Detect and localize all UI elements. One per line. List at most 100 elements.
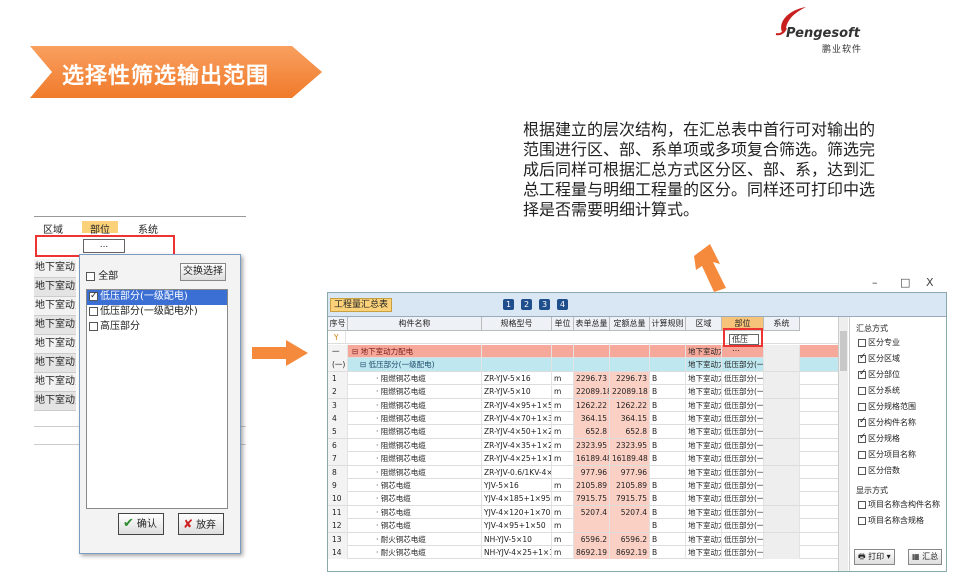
cell-q1 [574,519,610,533]
table-row[interactable]: 4 · 阻燃铜芯电缆 ZR-YJV-4×70+1×35 m 364.15 364.15 B 地… [328,412,838,426]
col-header-system: 系统 [138,225,158,236]
table-row[interactable]: (一)⊟ 低压部分(一级配电) 地下室动力低压部分(一级 [328,358,838,372]
summary-option-checkbox[interactable] [858,352,867,363]
confirm-button[interactable]: ✔ 确认 [118,513,164,535]
column-header[interactable]: 系统 [764,317,800,331]
column-header[interactable]: 构件名称 [348,317,482,331]
display-option[interactable]: 项目名称含构件名称 [858,499,940,510]
summary-option[interactable]: 区分部位 [858,368,900,380]
filter-option-checkbox[interactable] [89,306,98,316]
close-button[interactable]: X [926,276,934,289]
table-row[interactable]: 2 · 阻燃铜芯电缆 ZR-YJV-5×10 m 22089.18 22089.18 B 地下… [328,385,838,399]
cell-spec: ZR-YJV-4×35+1×25 [484,438,552,452]
scrollbar-thumb[interactable] [840,331,847,371]
summarize-button[interactable]: ▦ 汇总 [908,549,943,565]
grid-scrollbar[interactable] [838,317,848,571]
summary-option[interactable]: 区分项目名称 [858,449,916,460]
table-row[interactable]: 14 · 耐火铜芯电缆 NH-YJV-4×25+1×16 m 8692.19 8692.1… [328,546,838,560]
summary-option[interactable]: 区分区域 [858,352,900,364]
cell-q2: 2105.89 [610,479,650,492]
cell-spec: ZR-YJV-4×70+1×35 [484,412,552,425]
table-row[interactable]: 6 · 阻燃铜芯电缆 ZR-YJV-4×35+1×25 m 2323.95 2323.95… [328,438,838,453]
cell-area: 地下室动力 [688,385,722,399]
level-1-button[interactable]: 1 [503,299,514,310]
cell-unit: m [552,546,574,559]
tab-quantity-summary[interactable]: 工程量汇总表 [330,298,393,312]
cell-spec: ZR-YJV-4×25+1×16 [484,452,552,466]
cell-part: 低压部分(一级 [724,546,764,559]
cell-no: 9 [328,479,348,492]
table-row[interactable]: 3 · 阻燃铜芯电缆 ZR-YJV-4×95+1×50 m 1262.22 1262.22… [328,398,838,412]
summary-option[interactable]: 区分规格 [858,432,900,444]
cell-system [764,358,800,372]
filter-funnel-icon[interactable]: Y [332,331,346,344]
summary-option-checkbox[interactable] [858,368,867,379]
summary-option-checkbox[interactable] [858,386,866,395]
display-option-checkbox[interactable] [858,500,866,509]
summary-option-checkbox[interactable] [858,432,867,443]
swap-selection-button[interactable]: 交换选择 [180,263,226,281]
confirm-label: 确认 [136,519,157,530]
summary-option[interactable]: 区分倍数 [858,465,900,476]
table-row[interactable]: 13 · 耐火铜芯电缆 NH-YJV-5×10 m 6596.2 6596.2 B 地下室动力… [328,532,838,546]
part-filter-value[interactable]: 低压 … [729,334,759,353]
level-3-button[interactable]: 3 [539,299,550,310]
table-row[interactable]: 5 · 阻燃铜芯电缆 ZR-YJV-4×50+1×25 m 652.8 652.8 B 地下室… [328,425,838,439]
table-row[interactable]: 9 · 铜芯电缆 YJV-5×16 m 2105.89 2105.89 B 地下室动力 低压部分… [328,479,838,493]
summarize-label: 汇总 [922,552,939,561]
filter-option-label: 低压部分(一级配电) [100,291,188,302]
summary-option[interactable]: 区分系统 [858,385,900,396]
table-row[interactable]: 12· 铜芯电缆YJV-4×95+1×50m B地下室动力低压部分(一级 [328,519,838,533]
part-filter-cell[interactable]: ... [83,239,125,253]
table-row[interactable]: 10 · 铜芯电缆 YJV-4×185+1×95 m 7915.75 7915.75 B 地下… [328,492,838,506]
select-all-option[interactable]: 全部 [86,267,118,282]
maximize-button[interactable]: □ [900,276,910,289]
ellipsis-icon[interactable]: … [732,344,740,353]
summary-option[interactable]: 区分构件名称 [858,416,916,428]
summary-option-checkbox[interactable] [858,450,866,459]
filter-option-checkbox[interactable] [89,321,98,331]
cancel-button[interactable]: ✘ 放弃 [178,513,224,535]
print-button[interactable]: 🖶 打印 ▾ [854,549,895,565]
summary-option-checkbox[interactable] [858,338,866,347]
summary-option-checkbox[interactable] [858,402,866,411]
summary-option-checkbox[interactable] [858,466,866,475]
cell-area: 地下室动力 [688,425,722,439]
table-row[interactable]: 7 · 阻燃铜芯电缆 ZR-YJV-4×25+1×16 m 16189.48 16189.… [328,452,838,466]
summary-option[interactable]: 区分规格范围 [858,401,916,412]
cell-spec: ZR-YJV-4×95+1×50 [484,398,552,412]
table-row[interactable]: 11 · 铜芯电缆 YJV-4×120+1×70 m 5207.4 5207.4 B 地下室动… [328,505,838,520]
column-header[interactable]: 单位 [552,317,574,331]
display-option[interactable]: 项目名称含规格 [858,515,924,526]
summary-option[interactable]: 区分专业 [858,337,900,348]
column-header[interactable]: 规格型号 [482,317,552,331]
select-all-checkbox[interactable] [86,271,95,281]
display-option-checkbox[interactable] [858,516,866,525]
minimize-button[interactable]: – [872,276,878,289]
cell-no: 2 [328,385,348,399]
filter-option-checkbox[interactable] [89,289,98,303]
column-header[interactable]: 区域 [686,317,722,331]
summary-option-label: 区分规格范围 [868,402,916,411]
cell-area: 地下室动力 [688,479,722,492]
close-icon: ✘ [183,517,194,531]
column-header[interactable]: 定额总量 [610,317,650,331]
banner-title: 选择性筛选输出范围 [62,64,270,89]
table-row[interactable]: 1 · 阻燃铜芯电缆 ZR-YJV-5×16 m 2296.73 2296.73 B 地下室动… [328,371,838,386]
table-row[interactable]: 8 · 阻燃铜芯电缆 ZR-YJV-0.6/1KV-4×4 977.96 977.96 地… [328,465,838,479]
column-header[interactable]: 序号 [328,317,348,331]
cell-area: 地下室动力 [688,398,722,412]
table-row[interactable]: 一 ⊟ 地下室动力配电 地下室动力 [328,345,838,359]
level-2-button[interactable]: 2 [521,299,532,310]
column-header[interactable]: 计算规则 [650,317,686,331]
cell-system [764,385,800,399]
filter-option-item[interactable]: 低压部分(一级配电) [87,289,227,305]
cell-rule [650,358,686,372]
summary-option-checkbox[interactable] [858,416,867,427]
filter-option-item[interactable]: 低压部分(一级配电外) [87,305,227,320]
cell-q2 [610,345,650,358]
level-4-button[interactable]: 4 [557,299,568,310]
filter-option-item[interactable]: 高压部分 [87,320,227,335]
column-header[interactable]: 表单总量 [574,317,610,331]
cell-unit: m [552,425,574,439]
